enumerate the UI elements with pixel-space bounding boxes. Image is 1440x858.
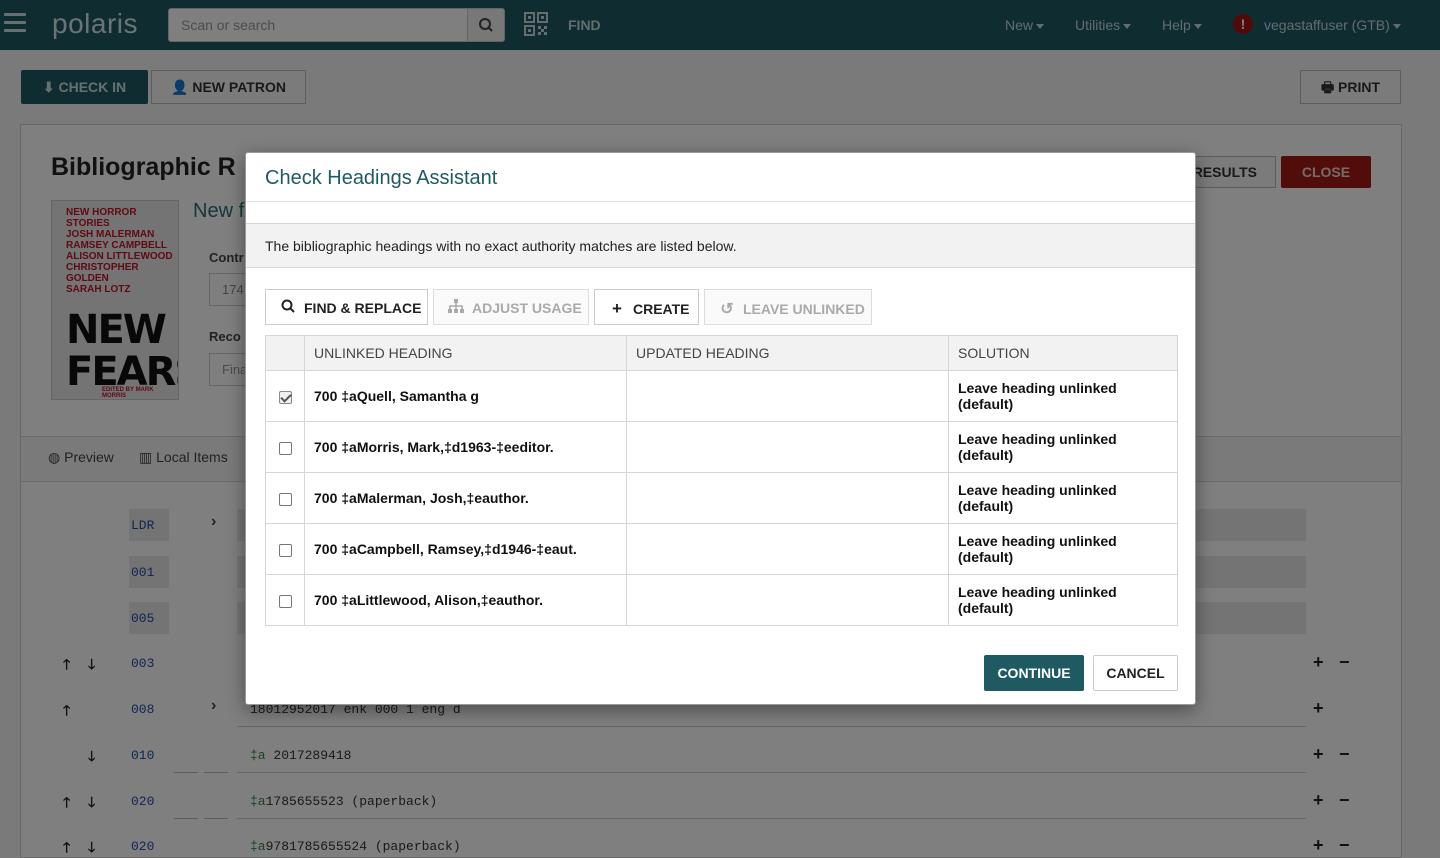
select-column-header	[265, 335, 305, 371]
column-header-unlinked[interactable]: UNLINKED HEADING	[304, 335, 627, 371]
row-select-cell	[265, 523, 305, 575]
column-header-solution[interactable]: SOLUTION	[948, 335, 1178, 371]
table-row[interactable]: 700 ‡aMorris, Mark,‡d1963-‡eeditor. Leav…	[265, 421, 1178, 473]
row-select-cell	[265, 370, 305, 422]
solution-cell: Leave heading unlinked (default)	[948, 523, 1178, 575]
row-checkbox[interactable]	[278, 594, 292, 608]
leave-unlinked-label: LEAVE UNLINKED	[743, 301, 865, 317]
unlinked-heading-cell: 700 ‡aQuell, Samantha g	[304, 370, 627, 422]
row-checkbox[interactable]	[278, 543, 292, 557]
create-label: CREATE	[633, 301, 690, 317]
plus-icon: +	[612, 299, 622, 318]
table-row[interactable]: 700 ‡aQuell, Samantha g Leave heading un…	[265, 370, 1178, 422]
headings-table: UNLINKED HEADING UPDATED HEADING SOLUTIO…	[265, 335, 1178, 626]
row-select-cell	[265, 421, 305, 473]
solution-cell: Leave heading unlinked (default)	[948, 574, 1178, 626]
row-checkbox[interactable]	[278, 390, 292, 404]
table-row[interactable]: 700 ‡aMalerman, Josh,‡eauthor. Leave hea…	[265, 472, 1178, 524]
updated-heading-cell	[626, 370, 949, 422]
table-row[interactable]: 700 ‡aLittlewood, Alison,‡eauthor. Leave…	[265, 574, 1178, 626]
updated-heading-cell	[626, 574, 949, 626]
table-header-row: UNLINKED HEADING UPDATED HEADING SOLUTIO…	[265, 335, 1178, 371]
info-message: The bibliographic headings with no exact…	[246, 224, 1195, 268]
updated-heading-cell	[626, 472, 949, 524]
search-icon	[280, 299, 296, 316]
create-button[interactable]: + CREATE	[594, 289, 699, 325]
divider	[246, 201, 1195, 202]
undo-icon: ↺	[720, 301, 734, 318]
dialog-title: Check Headings Assistant	[265, 167, 498, 189]
find-replace-button[interactable]: FIND & REPLACE	[265, 289, 428, 325]
solution-cell: Leave heading unlinked (default)	[948, 370, 1178, 422]
updated-heading-cell	[626, 523, 949, 575]
column-header-updated[interactable]: UPDATED HEADING	[626, 335, 949, 371]
row-checkbox[interactable]	[278, 492, 292, 506]
row-checkbox[interactable]	[278, 441, 292, 455]
solution-cell: Leave heading unlinked (default)	[948, 472, 1178, 524]
unlinked-heading-cell: 700 ‡aCampbell, Ramsey,‡d1946-‡eaut.	[304, 523, 627, 575]
find-replace-label: FIND & REPLACE	[304, 300, 422, 316]
unlinked-heading-cell: 700 ‡aLittlewood, Alison,‡eauthor.	[304, 574, 627, 626]
cancel-button[interactable]: CANCEL	[1093, 655, 1178, 691]
sitemap-icon	[448, 299, 464, 316]
continue-button[interactable]: CONTINUE	[984, 655, 1084, 691]
solution-cell: Leave heading unlinked (default)	[948, 421, 1178, 473]
unlinked-heading-cell: 700 ‡aMorris, Mark,‡d1963-‡eeditor.	[304, 421, 627, 473]
check-headings-dialog: Check Headings Assistant The bibliograph…	[245, 152, 1196, 705]
adjust-usage-button[interactable]: ADJUST USAGE	[433, 289, 589, 325]
leave-unlinked-button[interactable]: ↺ LEAVE UNLINKED	[704, 289, 872, 325]
row-select-cell	[265, 574, 305, 626]
table-row[interactable]: 700 ‡aCampbell, Ramsey,‡d1946-‡eaut. Lea…	[265, 523, 1178, 575]
unlinked-heading-cell: 700 ‡aMalerman, Josh,‡eauthor.	[304, 472, 627, 524]
adjust-usage-label: ADJUST USAGE	[472, 300, 582, 316]
row-select-cell	[265, 472, 305, 524]
updated-heading-cell	[626, 421, 949, 473]
